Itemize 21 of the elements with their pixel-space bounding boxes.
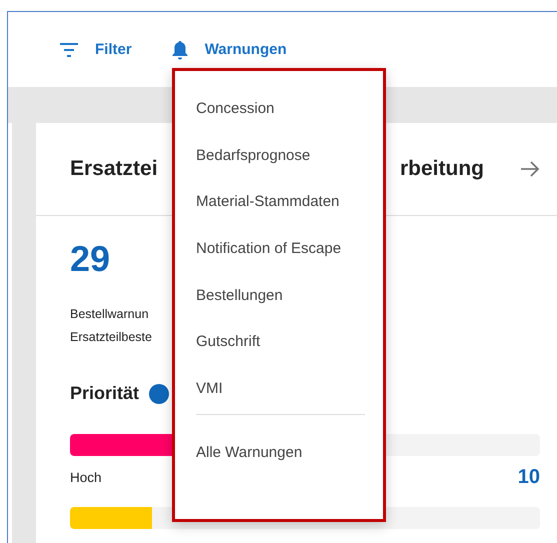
priority-heading: Priorität <box>70 383 140 404</box>
menu-item[interactable]: Bestellungen <box>175 282 383 328</box>
bell-icon <box>172 40 188 60</box>
priority-count: 10 <box>518 466 540 489</box>
filter-button[interactable]: Filter <box>60 41 132 58</box>
menu-item[interactable]: Concession <box>175 95 383 142</box>
priority-label: Hoch <box>70 470 102 485</box>
menu-item[interactable]: Alle Warnungen <box>175 438 383 486</box>
filter-icon <box>60 42 78 56</box>
description-text: Bestellwarnun <box>70 306 149 323</box>
menu-item[interactable]: Bedarfsprognose <box>175 142 383 188</box>
menu-item[interactable]: Material-Stammdaten <box>175 188 383 236</box>
warnings-button[interactable]: Warnungen <box>172 40 287 60</box>
warning-count: 29 <box>70 238 110 280</box>
menu-item[interactable]: Notification of Escape <box>175 235 383 282</box>
menu-item[interactable]: Gutschrift <box>175 328 383 376</box>
card-title: rbeitung <box>400 157 484 181</box>
arrow-right-icon[interactable] <box>520 161 540 177</box>
card-title: Ersatztei <box>70 157 158 181</box>
description-text: Ersatzteilbeste <box>70 329 152 346</box>
menu-item[interactable]: VMI <box>175 375 383 422</box>
